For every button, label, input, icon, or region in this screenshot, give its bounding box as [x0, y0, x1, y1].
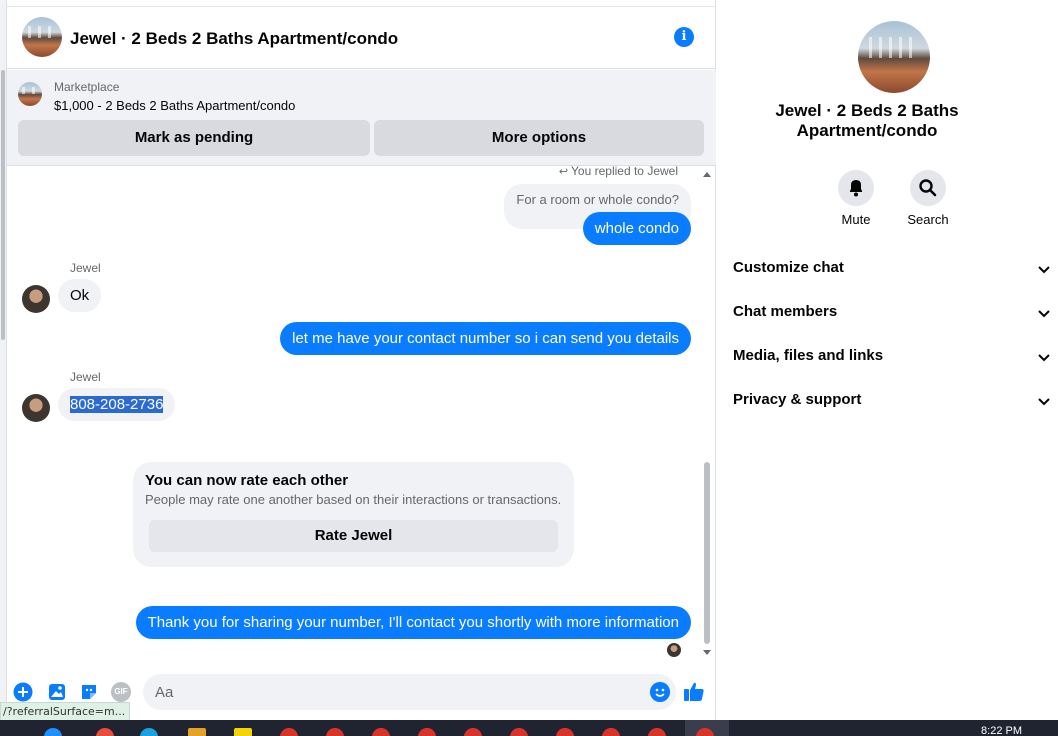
left-edge-scroll[interactable]	[0, 0, 7, 720]
chevron-down-icon[interactable]	[1036, 261, 1052, 277]
search-icon[interactable]	[910, 170, 946, 206]
taskbar-app-icon[interactable]	[140, 728, 158, 736]
phone-number[interactable]: 808-208-2736	[70, 396, 164, 413]
rating-title: You can now rate each other	[145, 472, 349, 489]
marketplace-label: Marketplace	[54, 80, 120, 94]
section-customize-chat[interactable]: Customize chat	[733, 259, 1058, 283]
sticker-icon[interactable]	[79, 682, 99, 702]
taskbar-app-icon[interactable]	[372, 728, 390, 736]
taskbar-app-icon[interactable]	[188, 728, 206, 736]
reply-indicator: ↩ You replied to Jewel	[559, 164, 678, 178]
listing-price[interactable]: $1,000 - 2 Beds 2 Baths Apartment/condo	[54, 98, 295, 113]
rating-subtitle: People may rate one another based on the…	[145, 492, 562, 507]
listing-thumbnail[interactable]	[22, 17, 62, 57]
gif-icon[interactable]: GIF	[111, 682, 131, 702]
thumbs-up-icon[interactable]	[683, 680, 705, 702]
seen-avatar	[667, 643, 681, 657]
section-label: Chat members	[733, 303, 838, 320]
chat-scrollbar[interactable]	[703, 170, 711, 660]
marketplace-thumbnail[interactable]	[18, 82, 42, 106]
sender-name: Jewel	[70, 370, 101, 384]
photo-icon[interactable]	[47, 682, 67, 702]
section-label: Media, files and links	[733, 347, 884, 364]
chat-scrollbar-thumb[interactable]	[704, 462, 710, 644]
avatar[interactable]	[22, 394, 50, 422]
conversation-sidebar: Jewel · 2 Beds 2 Baths Apartment/condo M…	[717, 0, 1058, 720]
chat-panel: Jewel · 2 Beds 2 Baths Apartment/condo i…	[7, 0, 716, 720]
listing-photo[interactable]	[858, 21, 930, 93]
mute-label: Mute	[841, 212, 871, 227]
chevron-down-icon[interactable]	[1036, 305, 1052, 321]
message-input-placeholder: Aa	[155, 684, 174, 701]
marketplace-banner: Marketplace $1,000 - 2 Beds 2 Baths Apar…	[7, 70, 716, 166]
avatar[interactable]	[22, 285, 50, 313]
taskbar-app-icon[interactable]	[280, 728, 298, 736]
sidebar-title: Jewel · 2 Beds 2 Baths Apartment/condo	[775, 101, 959, 140]
taskbar-app-icon[interactable]	[648, 728, 666, 736]
taskbar-app-icon[interactable]	[96, 728, 114, 736]
section-label: Privacy & support	[733, 391, 862, 408]
section-label: Customize chat	[733, 259, 844, 276]
scroll-down-arrow-icon[interactable]	[703, 650, 711, 655]
emoji-icon[interactable]	[650, 682, 670, 702]
chat-header: Jewel · 2 Beds 2 Baths Apartment/condo i	[7, 6, 716, 69]
more-options-button[interactable]: More options	[374, 120, 704, 156]
message-outgoing[interactable]: let me have your contact number so i can…	[280, 322, 691, 355]
section-chat-members[interactable]: Chat members	[733, 303, 1058, 327]
taskbar-app-icon[interactable]	[602, 728, 620, 736]
sender-name: Jewel	[70, 261, 101, 275]
section-media-files-links[interactable]: Media, files and links	[733, 347, 1058, 371]
mute-button[interactable]: Mute	[826, 170, 886, 227]
chat-title[interactable]: Jewel · 2 Beds 2 Baths Apartment/condo	[70, 29, 398, 49]
plus-circle-icon[interactable]	[13, 682, 33, 702]
taskbar-app-icon[interactable]	[44, 728, 62, 736]
reply-arrow-icon: ↩	[558, 166, 569, 178]
message-incoming[interactable]: Ok	[58, 279, 102, 312]
rate-button[interactable]: Rate Jewel	[149, 520, 558, 552]
bell-icon[interactable]	[838, 170, 874, 206]
mark-pending-button[interactable]: Mark as pending	[18, 120, 370, 156]
reply-note: You replied to Jewel	[571, 164, 678, 178]
taskbar-app-icon[interactable]	[234, 728, 252, 736]
taskbar-app-icon[interactable]	[326, 728, 344, 736]
chevron-down-icon[interactable]	[1036, 349, 1052, 365]
chevron-down-icon[interactable]	[1036, 393, 1052, 409]
status-bar-url: /?referralSurface=m...	[0, 702, 131, 722]
info-icon[interactable]: i	[674, 27, 694, 47]
rating-card: You can now rate each other People may r…	[133, 462, 574, 567]
taskbar-clock[interactable]: 8:22 PM	[981, 725, 1022, 736]
message-input[interactable]: Aa	[143, 674, 676, 710]
message-outgoing[interactable]: whole condo	[582, 212, 691, 245]
search-label: Search	[907, 212, 949, 227]
os-taskbar: 8:22 PM	[0, 720, 1058, 736]
taskbar-app-icon[interactable]	[418, 728, 436, 736]
taskbar-app-icon[interactable]	[510, 728, 528, 736]
taskbar-app-icon[interactable]	[464, 728, 482, 736]
left-scrollbar-thumb[interactable]	[1, 70, 5, 340]
message-outgoing[interactable]: Thank you for sharing your number, I'll …	[135, 606, 691, 639]
search-button[interactable]: Search	[898, 170, 958, 227]
message-incoming[interactable]: 808-208-2736	[58, 388, 176, 421]
section-privacy-support[interactable]: Privacy & support	[733, 391, 1058, 415]
taskbar-app-icon[interactable]	[556, 728, 574, 736]
message-list[interactable]: ↩ You replied to Jewel For a room or whol…	[7, 164, 716, 666]
scroll-up-arrow-icon[interactable]	[703, 172, 711, 177]
